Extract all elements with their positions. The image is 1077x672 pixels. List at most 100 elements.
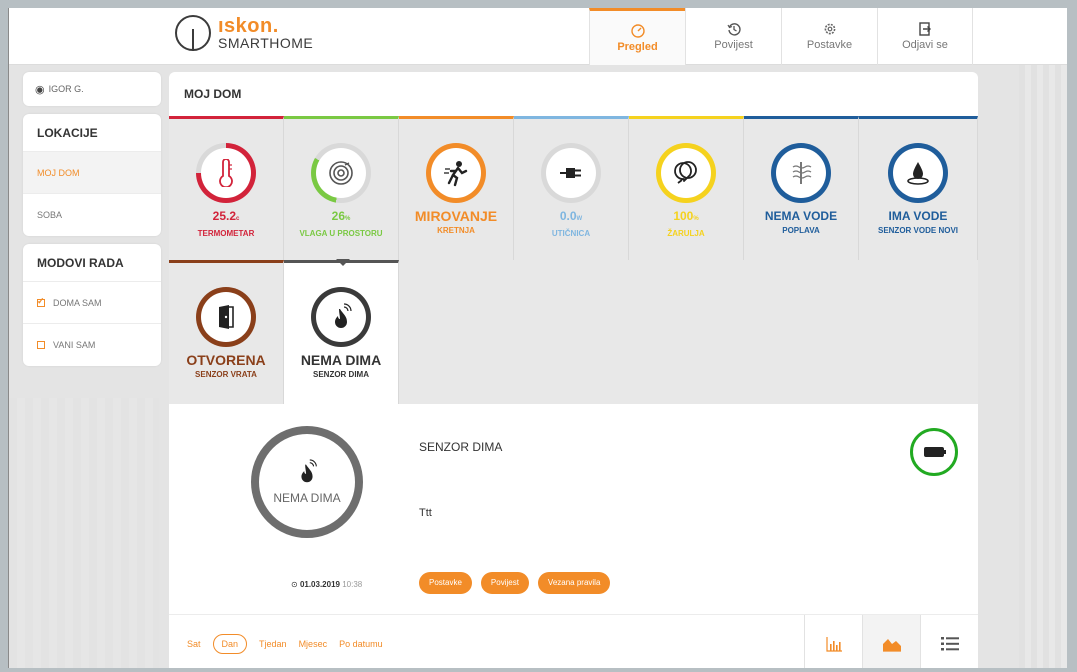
mode-doma-sam[interactable]: DOMA SAM (23, 282, 161, 324)
tile-senzor-vode[interactable]: IMA VODE SENZOR VODE NOVI (859, 116, 978, 260)
battery-icon (924, 447, 946, 457)
bar-chart-view-button[interactable] (804, 615, 862, 668)
device-status-ring: NEMA DIMA (251, 426, 363, 538)
area-chart-view-button[interactable] (862, 615, 920, 668)
tile-uticnica[interactable]: 0.0W UTIČNICA (514, 116, 629, 260)
nav-pregled-label: Pregled (617, 40, 658, 53)
user-card: ◉ IGOR G. (23, 72, 161, 106)
tile-senzor-vrata-label: SENZOR VRATA (195, 370, 257, 379)
tile-senzor-vode-value: IMA VODE (888, 209, 948, 223)
main-panel: MOJ DOM 25.2c TERMOMETAR 26% VLAGA U PRO… (169, 72, 978, 668)
tile-zarulja[interactable]: 100% ŽARULJA (629, 116, 744, 260)
last-update: ⊙ 01.03.2019 10:38 (291, 580, 362, 589)
tile-senzor-dima[interactable]: NEMA DIMA SENZOR DIMA (284, 259, 399, 404)
history-toolbar: Sat Dan Tjedan Mjesec Po datumu (169, 614, 978, 668)
nav-pregled[interactable]: Pregled (589, 8, 685, 65)
location-moj-dom[interactable]: MOJ DOM (23, 152, 161, 194)
nav-postavke[interactable]: Postavke (781, 8, 877, 65)
tile-uticnica-label: UTIČNICA (551, 229, 591, 238)
sidebar: ◉ IGOR G. LOKACIJE MOJ DOM SOBA MODOVI R… (23, 72, 161, 374)
tile-zarulja-value: 100 (673, 209, 694, 223)
smoke-icon (301, 459, 317, 483)
logo-power-icon (175, 15, 211, 51)
nav-odjavi-label: Odjavi se (902, 39, 948, 51)
clock-icon: ⊙ (291, 580, 298, 589)
tile-zarulja-unit: % (693, 216, 699, 222)
period-selector: Sat Dan Tjedan Mjesec Po datumu (169, 615, 395, 668)
nav-povijest-label: Povijest (714, 39, 753, 51)
bar-chart-icon (825, 637, 842, 652)
user-icon: ◉ (35, 83, 45, 96)
device-tiles: 25.2c TERMOMETAR 26% VLAGA U PROSTORU MI… (169, 116, 978, 404)
list-view-button[interactable] (920, 615, 978, 668)
app-frame: ıskon. SMARTHOME Pregled Povijest Postav… (8, 8, 1067, 668)
tile-uticnica-value: 0.0 (559, 209, 577, 223)
period-sat[interactable]: Sat (187, 639, 201, 649)
battery-status (910, 428, 958, 476)
locations-card: LOKACIJE MOJ DOM SOBA (23, 114, 161, 236)
tile-termometar[interactable]: 25.2c TERMOMETAR (169, 116, 284, 260)
gauge-icon (630, 23, 645, 38)
nav-odjavi[interactable]: Odjavi se (877, 8, 973, 65)
tile-kretnja-label: KRETNJA (437, 226, 475, 235)
locations-title: LOKACIJE (23, 114, 161, 152)
tile-zarulja-label: ŽARULJA (667, 229, 705, 238)
checkbox-unchecked-icon[interactable] (37, 341, 45, 349)
tile-senzor-dima-label: SENZOR DIMA (313, 370, 369, 379)
top-bar: ıskon. SMARTHOME Pregled Povijest Postav… (9, 8, 1067, 65)
tile-senzor-vrata[interactable]: OTVORENA SENZOR VRATA (169, 260, 284, 404)
postavke-button[interactable]: Postavke (419, 572, 472, 594)
vezana-pravila-button[interactable]: Vezana pravila (537, 572, 611, 594)
device-description: Ttt (419, 507, 432, 519)
tile-poplava[interactable]: NEMA VODE POPLAVA (744, 116, 859, 260)
period-dan[interactable]: Dan (212, 634, 248, 654)
tile-termometar-value: 25.2 (212, 209, 236, 223)
tile-kretnja-value: MIROVANJE (414, 208, 498, 224)
last-update-time: 10:38 (342, 580, 363, 589)
device-status-text: NEMA DIMA (273, 491, 341, 505)
plug-icon (560, 168, 581, 178)
period-tjedan[interactable]: Tjedan (259, 639, 287, 649)
logo[interactable]: ıskon. SMARTHOME (175, 15, 313, 51)
thermometer-icon (219, 159, 233, 187)
period-po-datumu[interactable]: Po datumu (339, 639, 383, 649)
modes-card: MODOVI RADA DOMA SAM VANI SAM (23, 244, 161, 366)
tile-uticnica-unit: W (576, 216, 583, 222)
tile-vlaga-unit: % (345, 216, 351, 222)
tile-senzor-dima-value: NEMA DIMA (300, 352, 382, 368)
flood-icon (792, 162, 812, 184)
user-name: IGOR G. (48, 84, 84, 94)
door-icon (219, 305, 234, 329)
tile-termometar-label: TERMOMETAR (197, 229, 255, 238)
tile-poplava-label: POPLAVA (782, 226, 820, 235)
gear-icon (824, 23, 835, 35)
motion-icon (444, 161, 468, 187)
tile-vlaga[interactable]: 26% VLAGA U PROSTORU (284, 116, 399, 260)
tile-poplava-value: NEMA VODE (764, 209, 838, 223)
modes-title: MODOVI RADA (23, 244, 161, 282)
last-update-date: 01.03.2019 (299, 580, 340, 589)
checkbox-checked-icon[interactable] (37, 296, 45, 307)
tile-kretnja[interactable]: MIROVANJE KRETNJA (399, 116, 514, 260)
tile-vlaga-value: 26 (331, 209, 345, 223)
view-switcher (804, 615, 978, 668)
humidity-icon (329, 161, 353, 185)
mode-vani-sam[interactable]: VANI SAM (23, 324, 161, 366)
bulb-icon (674, 161, 697, 184)
tile-senzor-vode-label: SENZOR VODE NOVI (877, 226, 958, 235)
period-mjesec[interactable]: Mjesec (299, 639, 328, 649)
logo-subtitle: SMARTHOME (218, 35, 314, 51)
selected-caret-icon (336, 259, 350, 266)
tile-termometar-unit: c (236, 216, 240, 222)
device-title: SENZOR DIMA (419, 440, 503, 454)
tile-vlaga-label: VLAGA U PROSTORU (299, 229, 383, 238)
history-icon (726, 23, 741, 36)
device-actions: Postavke Povijest Vezana pravila (419, 572, 619, 594)
water-drop-icon (907, 162, 929, 185)
main-title: MOJ DOM (169, 72, 978, 116)
povijest-button[interactable]: Povijest (480, 572, 529, 594)
location-soba[interactable]: SOBA (23, 194, 161, 236)
user-menu[interactable]: ◉ IGOR G. (23, 72, 161, 106)
list-icon (940, 637, 959, 651)
nav-povijest[interactable]: Povijest (685, 8, 781, 65)
